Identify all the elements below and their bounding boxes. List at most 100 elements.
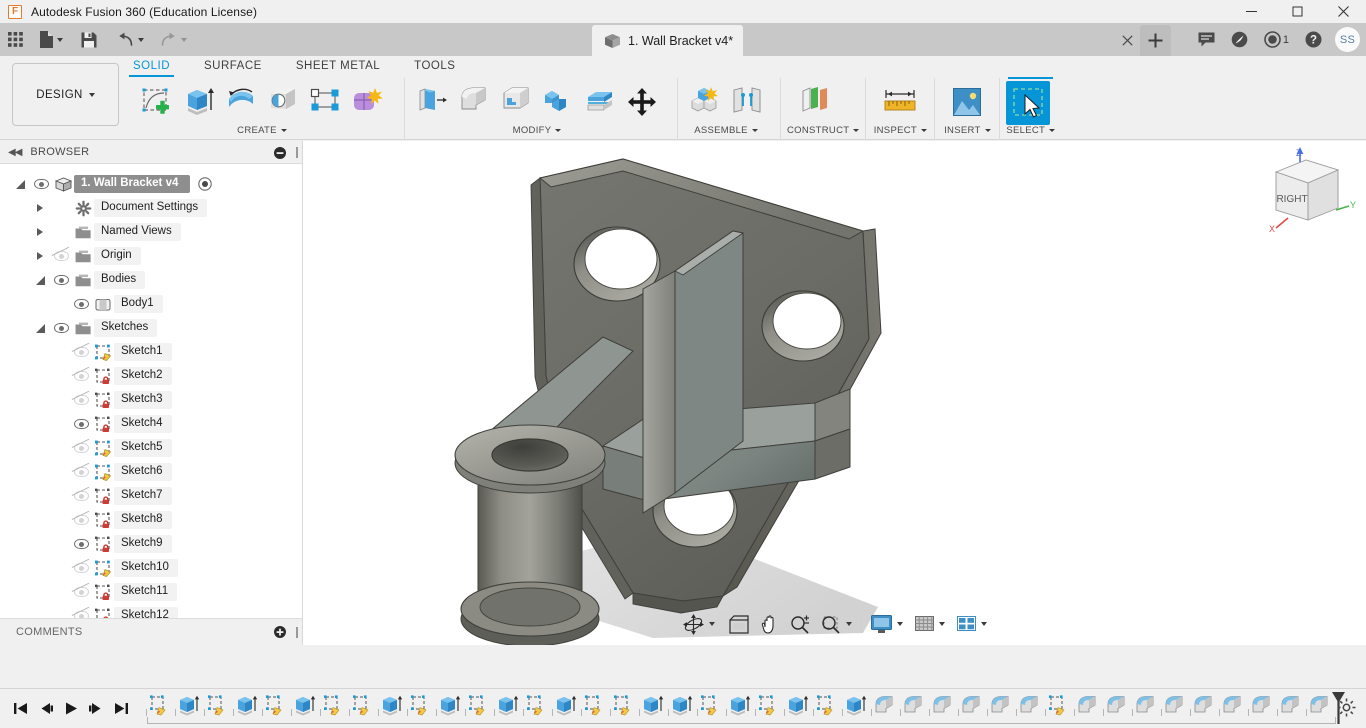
grid-snap-icon[interactable] xyxy=(911,610,949,638)
panel-label-insert[interactable]: INSERT xyxy=(941,122,993,138)
expander-triangle-icon[interactable] xyxy=(30,228,50,236)
timeline-feature-extrude[interactable] xyxy=(638,692,667,718)
eye-visible-icon[interactable] xyxy=(70,539,92,549)
avatar[interactable]: SS xyxy=(1335,27,1360,52)
app-grid-icon[interactable] xyxy=(0,23,28,56)
fit-window-icon[interactable] xyxy=(816,610,856,638)
timeline-feature-extrude[interactable] xyxy=(841,692,870,718)
tree-node[interactable]: Sketch5 xyxy=(0,436,302,460)
extension-icon[interactable] xyxy=(1223,23,1256,56)
browser-resize-grip[interactable] xyxy=(296,147,298,158)
timeline-feature-sketch[interactable] xyxy=(609,692,638,718)
step-back-button[interactable] xyxy=(33,694,58,724)
eye-visible-icon[interactable] xyxy=(70,299,92,309)
viewport-layout-icon[interactable] xyxy=(953,610,991,638)
new-component-icon[interactable] xyxy=(684,81,726,123)
eye-hidden-icon[interactable] xyxy=(70,467,92,477)
timeline-feature-fillet[interactable] xyxy=(1189,692,1218,718)
hole-icon[interactable] xyxy=(262,81,304,123)
eye-hidden-icon[interactable] xyxy=(70,443,92,453)
eye-visible-icon[interactable] xyxy=(50,323,72,333)
eye-hidden-icon[interactable] xyxy=(70,395,92,405)
timeline-track[interactable] xyxy=(145,691,1366,726)
timeline-feature-sketch[interactable] xyxy=(319,692,348,718)
panel-label-create[interactable]: CREATE xyxy=(136,122,388,138)
timeline-feature-extrude[interactable] xyxy=(174,692,203,718)
zoom-icon[interactable] xyxy=(786,610,814,638)
revolve-icon[interactable] xyxy=(220,81,262,123)
document-tab[interactable]: 1. Wall Bracket v4* xyxy=(592,25,744,56)
panel-label-construct[interactable]: CONSTRUCT xyxy=(787,122,860,138)
tree-node[interactable]: Named Views xyxy=(0,220,302,244)
timeline-feature-fillet[interactable] xyxy=(1131,692,1160,718)
eye-visible-icon[interactable] xyxy=(70,419,92,429)
new-tab-button[interactable] xyxy=(1140,25,1171,56)
timeline-feature-sketch[interactable] xyxy=(261,692,290,718)
pan-icon[interactable] xyxy=(757,610,784,638)
timeline-feature-fillet[interactable] xyxy=(1073,692,1102,718)
save-icon[interactable] xyxy=(76,23,102,56)
go-to-end-button[interactable] xyxy=(108,694,133,724)
tree-node[interactable]: Sketch4 xyxy=(0,412,302,436)
timeline-feature-sketch[interactable] xyxy=(203,692,232,718)
tree-node[interactable]: Sketch6 xyxy=(0,460,302,484)
split-face-icon[interactable] xyxy=(579,81,621,123)
redo-icon[interactable] xyxy=(155,23,192,56)
notification-clock-icon[interactable]: 1 xyxy=(1256,23,1297,56)
step-forward-button[interactable] xyxy=(83,694,108,724)
timeline-feature-sketch[interactable] xyxy=(522,692,551,718)
display-settings-icon[interactable] xyxy=(867,610,907,638)
timeline-feature-extrude[interactable] xyxy=(290,692,319,718)
shell-icon[interactable] xyxy=(495,81,537,123)
eye-hidden-icon[interactable] xyxy=(70,587,92,597)
expander-triangle-icon[interactable] xyxy=(10,179,30,189)
eye-hidden-icon[interactable] xyxy=(70,371,92,381)
expander-triangle-icon[interactable] xyxy=(30,252,50,260)
timeline-feature-sketch[interactable] xyxy=(580,692,609,718)
plus-circle-icon[interactable] xyxy=(274,626,286,638)
eye-visible-icon[interactable] xyxy=(50,275,72,285)
create-sketch-icon[interactable] xyxy=(136,81,178,123)
viewport[interactable]: X Y Z RIGHT xyxy=(303,141,1366,645)
go-to-beginning-button[interactable] xyxy=(8,694,33,724)
panel-label-modify[interactable]: MODIFY xyxy=(411,122,663,138)
help-icon[interactable]: ? xyxy=(1297,23,1330,56)
press-pull-icon[interactable] xyxy=(411,81,453,123)
timeline-feature-fillet[interactable] xyxy=(928,692,957,718)
combine-icon[interactable] xyxy=(537,81,579,123)
tab-sheet-metal[interactable]: SHEET METAL xyxy=(296,57,380,77)
tree-root-node[interactable]: 1. Wall Bracket v4 xyxy=(0,172,302,196)
expander-triangle-icon[interactable] xyxy=(30,204,50,212)
maximize-button[interactable] xyxy=(1274,0,1320,23)
minus-circle-icon[interactable] xyxy=(274,141,286,164)
comments-bar[interactable]: COMMENTS xyxy=(0,618,303,645)
timeline-feature-fillet[interactable] xyxy=(1305,692,1334,718)
timeline-feature-sketch[interactable] xyxy=(464,692,493,718)
tree-node[interactable]: Bodies xyxy=(0,268,302,292)
close-button[interactable] xyxy=(1320,0,1366,23)
timeline-feature-extrude[interactable] xyxy=(435,692,464,718)
timeline-feature-sketch[interactable] xyxy=(406,692,435,718)
timeline-feature-fillet[interactable] xyxy=(1160,692,1189,718)
activate-component-icon[interactable] xyxy=(194,177,216,191)
panel-label-inspect[interactable]: INSPECT xyxy=(872,122,928,138)
select-cursor-icon[interactable] xyxy=(1006,81,1051,125)
expander-triangle-icon[interactable] xyxy=(30,323,50,333)
tree-node[interactable]: Sketch8 xyxy=(0,508,302,532)
timeline-feature-extrude[interactable] xyxy=(493,692,522,718)
timeline-feature-fillet[interactable] xyxy=(986,692,1015,718)
timeline-feature-extrude[interactable] xyxy=(725,692,754,718)
offset-plane-icon[interactable] xyxy=(787,81,843,123)
orbit-icon[interactable] xyxy=(679,610,719,638)
tab-surface[interactable]: SURFACE xyxy=(204,57,262,77)
eye-hidden-icon[interactable] xyxy=(70,491,92,501)
eye-hidden-icon[interactable] xyxy=(70,563,92,573)
eye-hidden-icon[interactable] xyxy=(50,251,72,261)
timeline-feature-fillet[interactable] xyxy=(1247,692,1276,718)
tree-node[interactable]: Sketch3 xyxy=(0,388,302,412)
tree-node[interactable]: Sketch11 xyxy=(0,580,302,604)
timeline-feature-sketch[interactable] xyxy=(696,692,725,718)
timeline-feature-sketch[interactable] xyxy=(145,692,174,718)
viewcube[interactable]: X Y Z RIGHT xyxy=(1256,144,1356,236)
create-form-icon[interactable] xyxy=(346,81,388,123)
